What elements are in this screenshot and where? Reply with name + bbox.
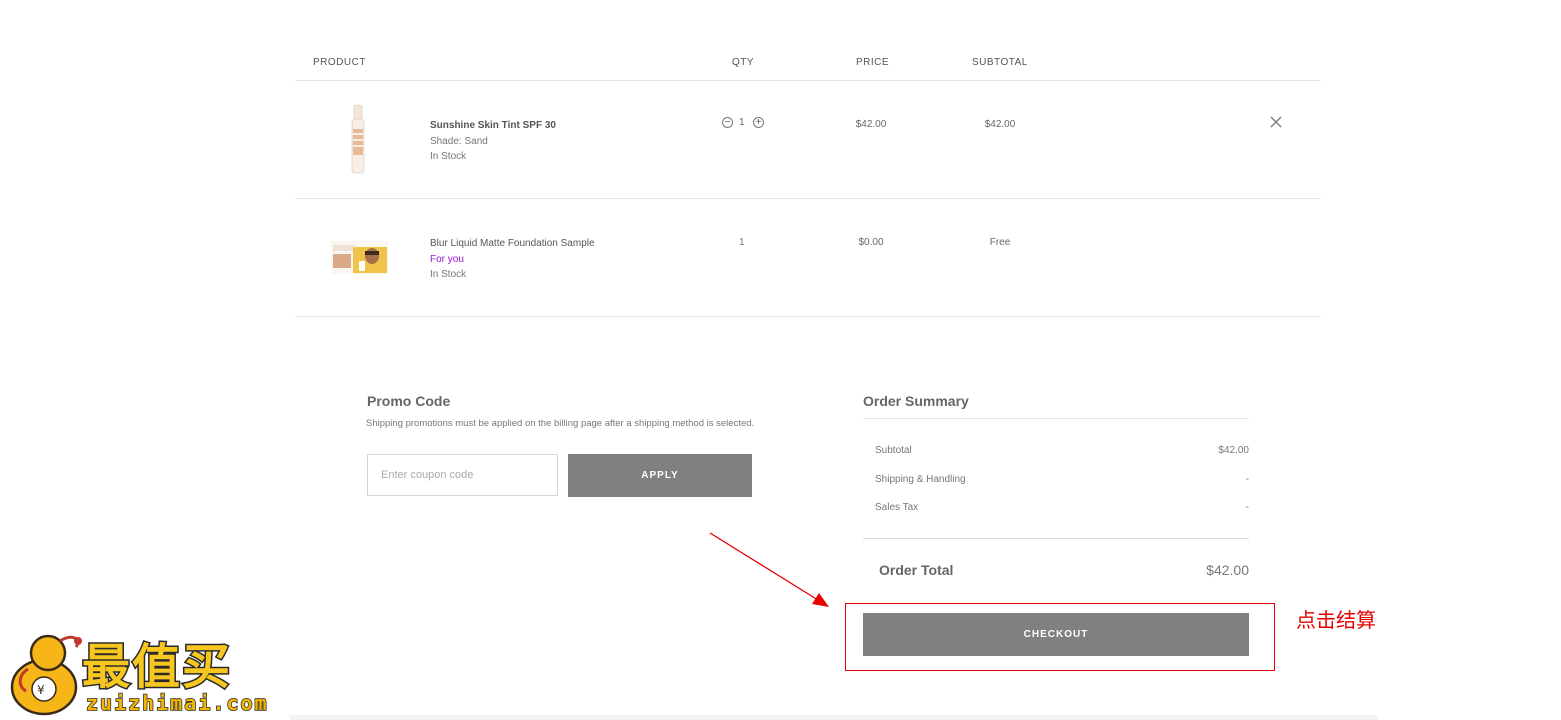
product-shade: Shade: Sand xyxy=(430,136,488,147)
order-total-amount: $42.00 xyxy=(1206,562,1249,578)
apply-button[interactable]: APPLY xyxy=(568,454,752,497)
plus-icon: + xyxy=(755,116,762,128)
header-product: PRODUCT xyxy=(313,57,366,68)
header-price: PRICE xyxy=(856,57,890,68)
summary-tax-row: Sales Tax - xyxy=(875,502,1249,513)
header-qty: QTY xyxy=(732,57,755,68)
table-divider xyxy=(295,316,1321,317)
remove-item-icon[interactable] xyxy=(1270,116,1282,128)
product-image-tint[interactable] xyxy=(348,103,368,175)
watermark-logo: ¥ 最值买 zuizhimai.com xyxy=(0,625,300,720)
summary-title: Order Summary xyxy=(863,393,969,409)
annotation-text: 点击结算 xyxy=(1296,608,1376,632)
product-image-sample[interactable] xyxy=(331,241,388,274)
shipping-label: Shipping & Handling xyxy=(875,474,966,485)
tax-amount: - xyxy=(1245,502,1249,513)
header-subtotal: SUBTOTAL xyxy=(972,57,1028,68)
watermark-brand: 最值买 xyxy=(80,638,233,697)
qty-value: 1 xyxy=(739,237,745,248)
subtotal-amount: $42.00 xyxy=(1218,445,1249,456)
footer-edge xyxy=(290,715,1378,720)
summary-divider xyxy=(863,418,1249,419)
watermark-url: zuizhimai.com xyxy=(85,690,269,716)
subtotal-label: Subtotal xyxy=(875,445,912,456)
for-you-badge: For you xyxy=(430,254,464,265)
summary-divider xyxy=(863,538,1249,539)
promo-note: Shipping promotions must be applied on t… xyxy=(366,418,755,429)
tax-label: Sales Tax xyxy=(875,502,919,513)
qty-increase-button[interactable]: + xyxy=(753,117,764,128)
qty-decrease-button[interactable]: − xyxy=(722,117,733,128)
product-name[interactable]: Blur Liquid Matte Foundation Sample xyxy=(430,238,595,249)
gourd-mascot-icon: ¥ xyxy=(10,634,82,716)
summary-subtotal-row: Subtotal $42.00 xyxy=(875,445,1249,456)
price-value: $0.00 xyxy=(858,237,884,248)
promo-title: Promo Code xyxy=(367,393,451,409)
table-divider xyxy=(295,198,1321,199)
subtotal-value: $42.00 xyxy=(984,119,1016,130)
coupon-input[interactable] xyxy=(367,454,558,496)
subtotal-value: Free xyxy=(989,237,1011,248)
table-divider xyxy=(295,80,1321,81)
order-total-label: Order Total xyxy=(879,562,954,578)
svg-text:¥: ¥ xyxy=(37,683,45,697)
price-value: $42.00 xyxy=(855,119,887,130)
annotation-arrow-icon xyxy=(709,532,829,607)
minus-icon: − xyxy=(724,116,731,128)
stock-status: In Stock xyxy=(430,269,467,280)
qty-value: 1 xyxy=(739,117,745,128)
product-name[interactable]: Sunshine Skin Tint SPF 30 xyxy=(430,120,556,131)
shipping-amount: - xyxy=(1245,474,1249,485)
annotation-highlight-box xyxy=(845,603,1275,671)
summary-shipping-row: Shipping & Handling - xyxy=(875,474,1249,485)
stock-status: In Stock xyxy=(430,151,467,162)
